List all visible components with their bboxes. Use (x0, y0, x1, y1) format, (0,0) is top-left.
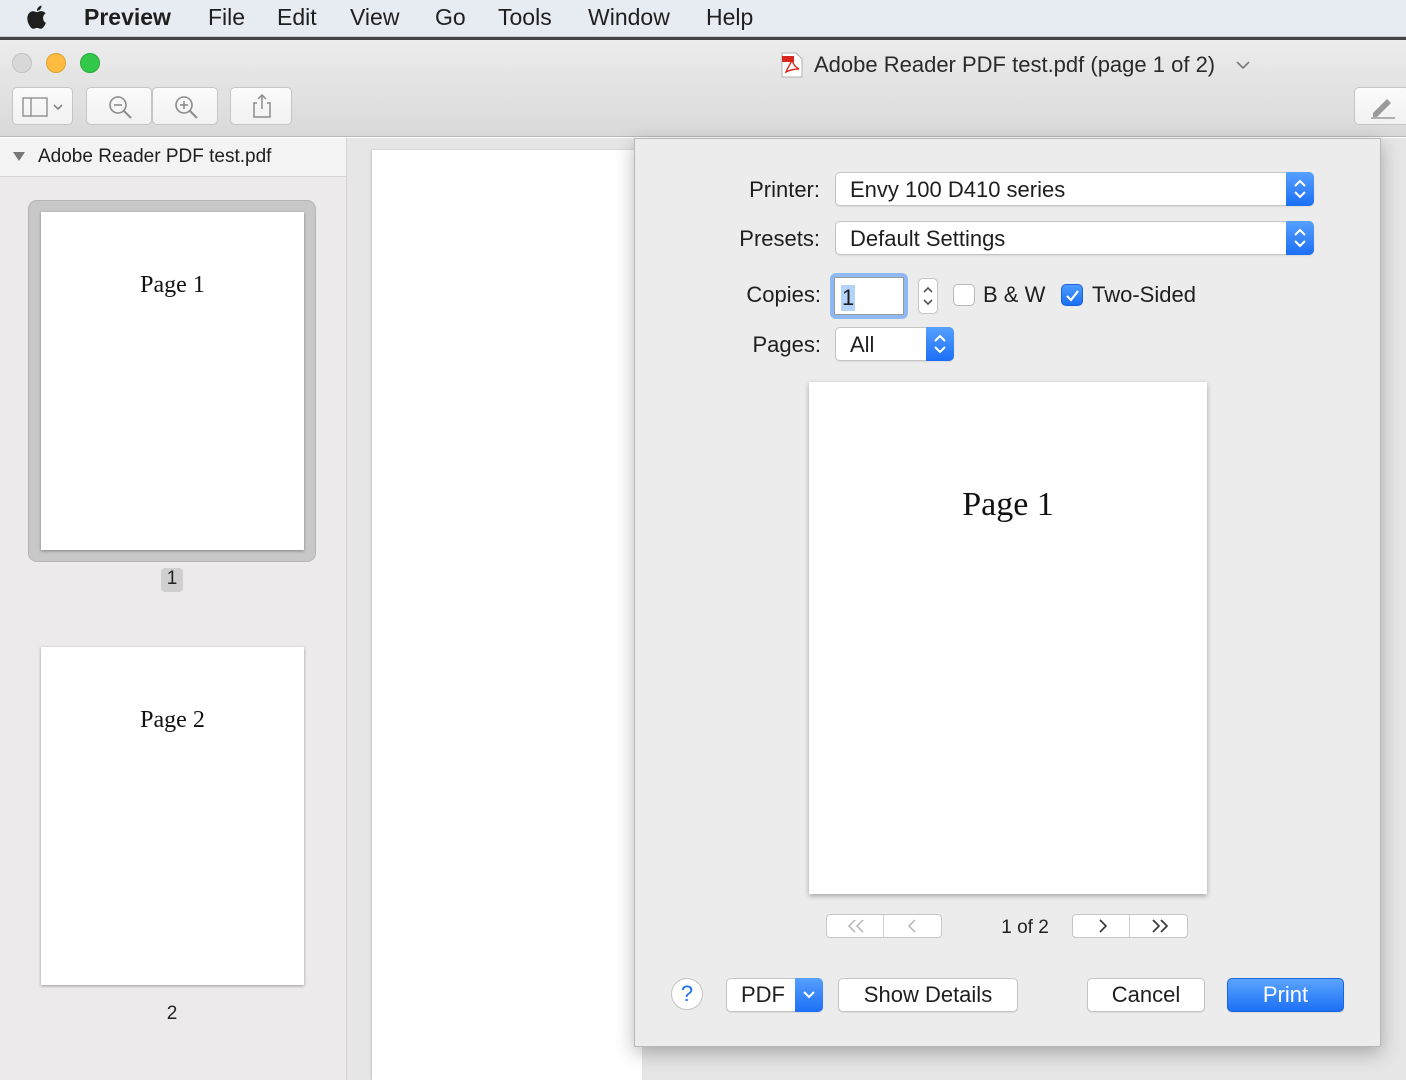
menu-app-preview[interactable]: Preview (84, 4, 171, 31)
printer-popup[interactable]: Envy 100 D410 series (835, 172, 1314, 206)
markup-pen-icon (1371, 99, 1395, 119)
printer-value: Envy 100 D410 series (850, 177, 1066, 202)
zoom-in-icon (175, 96, 198, 119)
preview-nav-back-group (826, 914, 942, 938)
thumbnail-page-2[interactable]: Page 2 (41, 647, 304, 985)
presets-popup[interactable]: Default Settings (835, 221, 1314, 255)
up-down-arrows-icon (1294, 228, 1306, 248)
thumbnail-page-text: Page 2 (140, 707, 205, 733)
menu-window[interactable]: Window (588, 4, 670, 31)
presets-label: Presets: (739, 226, 820, 251)
print-button[interactable]: Print (1227, 978, 1344, 1012)
zoom-out-icon (109, 96, 132, 119)
chevron-right-icon (1099, 919, 1108, 933)
zoom-window-button[interactable] (80, 53, 100, 73)
share-icon (253, 93, 271, 118)
previous-page-button[interactable] (885, 915, 941, 937)
pdf-dropdown-arrow (795, 978, 823, 1012)
up-down-arrows-icon (934, 334, 946, 354)
bw-checkbox[interactable] (953, 284, 975, 306)
menu-help[interactable]: Help (706, 4, 753, 31)
pages-value: All (850, 332, 875, 357)
print-preview: Page 1 (809, 382, 1207, 894)
popup-arrows (1286, 221, 1314, 255)
preview-nav-forward-group (1072, 914, 1188, 938)
presets-value: Default Settings (850, 226, 1006, 251)
window-title[interactable]: Adobe Reader PDF test.pdf (page 1 of 2) (814, 52, 1215, 78)
sidebar-toggle-icon (22, 97, 63, 117)
sidebar-toggle-button[interactable] (12, 87, 73, 125)
help-button[interactable]: ? (671, 978, 703, 1010)
next-page-button[interactable] (1073, 915, 1130, 937)
copies-label: Copies: (746, 282, 821, 307)
pdf-file-icon (781, 52, 803, 78)
minimize-window-button[interactable] (46, 53, 66, 73)
menu-view[interactable]: View (350, 4, 399, 31)
show-details-button[interactable]: Show Details (838, 978, 1018, 1012)
stepper-arrows-icon (923, 286, 933, 306)
copies-stepper[interactable] (918, 278, 938, 314)
pages-label: Pages: (752, 332, 822, 357)
cancel-button[interactable]: Cancel (1087, 978, 1205, 1012)
two-sided-checkbox[interactable] (1061, 284, 1083, 306)
popup-arrows (926, 327, 954, 361)
checkmark-icon (1066, 290, 1079, 302)
apple-icon[interactable] (24, 3, 52, 31)
thumbnail-sidebar: Adobe Reader PDF test.pdf Page 1 1 Page … (0, 138, 347, 1080)
menu-tools[interactable]: Tools (498, 4, 552, 31)
bw-label: B & W (983, 282, 1046, 307)
zoom-out-button[interactable] (86, 87, 152, 125)
printer-label: Printer: (749, 177, 820, 202)
window-toolbar: Adobe Reader PDF test.pdf (page 1 of 2) (0, 37, 1406, 137)
pages-popup[interactable]: All (835, 327, 954, 361)
up-down-arrows-icon (1294, 179, 1306, 199)
popup-arrows (1286, 172, 1314, 206)
share-button[interactable] (230, 87, 292, 125)
copies-field[interactable]: 1 (834, 277, 904, 315)
sidebar-document-name: Adobe Reader PDF test.pdf (38, 146, 272, 167)
disclosure-triangle-icon[interactable] (12, 151, 26, 162)
thumbnail-page-number: 1 (161, 568, 183, 592)
print-dialog: Printer: Envy 100 D410 series Presets: D… (634, 138, 1381, 1047)
pdf-label: PDF (741, 982, 785, 1007)
copies-value: 1 (841, 285, 856, 311)
first-page-button[interactable] (827, 915, 884, 937)
preview-page-text: Page 1 (962, 486, 1054, 523)
sidebar-header[interactable]: Adobe Reader PDF test.pdf (0, 138, 346, 177)
zoom-in-button[interactable] (152, 87, 218, 125)
thumbnail-page-text: Page 1 (140, 272, 205, 298)
document-page[interactable] (372, 150, 642, 1080)
menu-bar: Preview File Edit View Go Tools Window H… (0, 0, 1406, 37)
thumbnail-page-1[interactable]: Page 1 (41, 212, 304, 550)
close-window-button[interactable] (12, 53, 32, 73)
chevron-down-icon (803, 991, 815, 999)
markup-button[interactable] (1354, 87, 1406, 125)
last-page-button[interactable] (1131, 915, 1187, 937)
double-chevron-left-icon (847, 919, 864, 933)
menu-go[interactable]: Go (435, 4, 466, 31)
page-counter: 1 of 2 (1001, 917, 1049, 938)
thumbnail-page-number: 2 (166, 1003, 178, 1024)
menu-file[interactable]: File (208, 4, 245, 31)
double-chevron-right-icon (1152, 919, 1169, 933)
chevron-down-icon[interactable] (1236, 61, 1250, 70)
pdf-menu-button[interactable]: PDF (726, 978, 823, 1012)
chevron-left-icon (907, 919, 916, 933)
two-sided-label: Two-Sided (1092, 282, 1196, 307)
menu-edit[interactable]: Edit (277, 4, 317, 31)
